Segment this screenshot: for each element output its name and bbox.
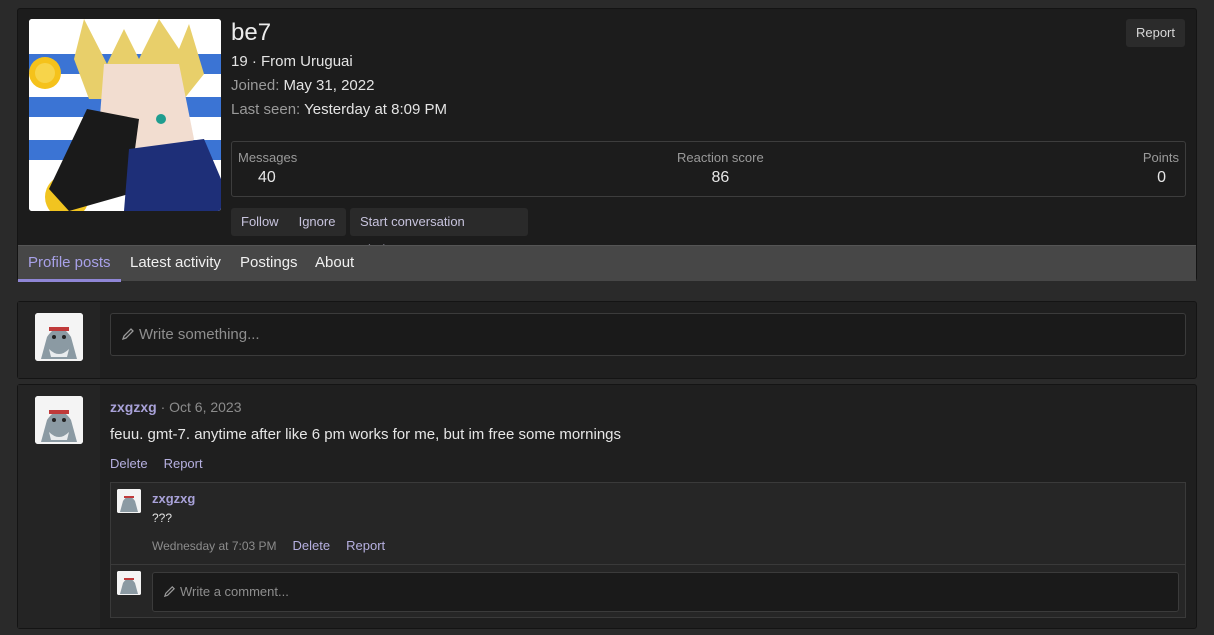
write-comment-placeholder: Write a comment... (180, 584, 289, 599)
profile-last-seen: Last seen: Yesterday at 8:09 PM (231, 101, 447, 118)
shark-avatar-image (35, 396, 83, 444)
post-author-avatar[interactable] (35, 396, 83, 444)
comment-delete-button[interactable]: Delete (293, 538, 331, 553)
post-date[interactable]: · Oct 6, 2023 (161, 399, 242, 415)
profile-post-composer: Write something... (17, 301, 1197, 379)
stat-reaction-label: Reaction score (677, 150, 764, 165)
profile-joined: Joined: May 31, 2022 (231, 77, 374, 94)
comment-item: zxgzxg ??? Wednesday at 7:03 PM Delete Rep… (111, 483, 1185, 565)
write-something-input[interactable]: Write something... (110, 313, 1186, 356)
stat-messages-label: Messages (238, 150, 298, 165)
shark-avatar-image (35, 313, 83, 361)
comment-text: ??? (152, 511, 173, 525)
stat-reaction-value: 86 (711, 169, 730, 186)
post-author-link[interactable]: zxgzxg (110, 399, 157, 415)
post-delete-button[interactable]: Delete (110, 456, 148, 471)
post-header: zxgzxg · Oct 6, 2023 (110, 399, 242, 415)
ignore-button[interactable]: Ignore (289, 208, 346, 236)
comment-time[interactable]: Wednesday at 7:03 PM (152, 539, 277, 553)
post-sidebar (18, 385, 100, 628)
profile-username: be7 (231, 19, 272, 46)
tab-postings[interactable]: Postings (240, 246, 298, 282)
shark-avatar-image (117, 571, 141, 595)
comment-area: zxgzxg ??? Wednesday at 7:03 PM Delete Rep… (110, 482, 1186, 618)
comment-report-button[interactable]: Report (346, 538, 385, 553)
last-seen-label: Last seen: (231, 101, 301, 118)
post-report-button[interactable]: Report (164, 456, 203, 471)
tab-latest-activity[interactable]: Latest activity (130, 246, 221, 282)
profile-avatar[interactable] (29, 19, 221, 211)
profile-avatar-image (29, 19, 221, 211)
write-comment-input[interactable]: Write a comment... (152, 572, 1179, 612)
profile-tabs: Profile posts Latest activity Postings A… (18, 245, 1196, 282)
report-profile-button[interactable]: Report (1125, 19, 1185, 47)
stat-points-label: Points (1142, 150, 1179, 165)
profile-stats: Messages 40 Reaction score 86 Points 0 (231, 141, 1186, 197)
stat-points[interactable]: Points 0 (1143, 150, 1179, 187)
post-actions: Delete Report (110, 456, 219, 471)
last-seen-value[interactable]: Yesterday at 8:09 PM (304, 101, 447, 118)
write-something-placeholder: Write something... (139, 326, 260, 343)
conversation-find-group: Start conversationFind (350, 208, 528, 257)
comment-author-link[interactable]: zxgzxg (152, 491, 195, 506)
composer-sidebar (18, 302, 100, 378)
profile-post: zxgzxg · Oct 6, 2023 feuu. gmt-7. anytim… (17, 384, 1197, 629)
post-body: feuu. gmt-7. anytime after like 6 pm wor… (110, 426, 622, 443)
stat-messages[interactable]: Messages 40 (238, 150, 297, 187)
comment-author-avatar[interactable] (117, 489, 141, 513)
current-user-avatar-small[interactable] (117, 571, 141, 595)
follow-ignore-group: Follow Ignore (231, 208, 346, 236)
follow-button[interactable]: Follow (231, 208, 289, 236)
current-user-avatar[interactable] (35, 313, 83, 361)
pencil-icon (163, 586, 175, 598)
profile-age-location: 19 · From Uruguai (231, 53, 353, 70)
tab-about[interactable]: About (315, 246, 354, 282)
joined-value: May 31, 2022 (283, 77, 375, 94)
joined-label: Joined: (231, 77, 280, 94)
stat-messages-value: 40 (258, 169, 276, 186)
stat-reaction-score[interactable]: Reaction score 86 (677, 150, 764, 187)
tab-profile-posts[interactable]: Profile posts (18, 246, 121, 282)
pencil-icon (121, 328, 134, 341)
profile-header: be7 19 · From Uruguai Joined: May 31, 20… (17, 8, 1197, 282)
shark-avatar-image (117, 489, 141, 513)
start-conversation-button[interactable]: Start conversation (350, 208, 475, 236)
comment-meta: Wednesday at 7:03 PM Delete Report (152, 538, 385, 553)
stat-points-value: 0 (1157, 169, 1166, 186)
